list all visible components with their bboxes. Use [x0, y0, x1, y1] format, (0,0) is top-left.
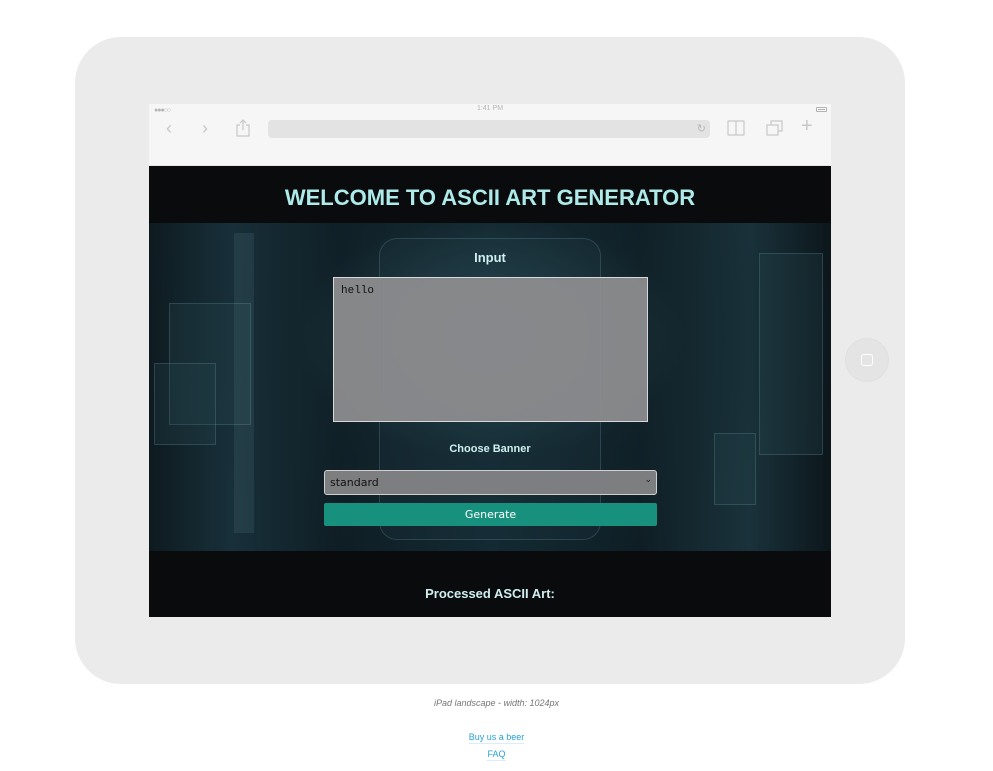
browser-chrome: ●●●○○ 1:41 PM ‹ › ↻ + [149, 104, 831, 166]
buy-beer-link[interactable]: Buy us a beer [0, 732, 993, 744]
chevron-right-icon[interactable]: › [202, 118, 208, 138]
address-bar[interactable]: ↻ [268, 120, 710, 138]
plus-icon[interactable]: + [801, 116, 813, 136]
chevron-down-icon: ⌄ [644, 475, 652, 485]
status-time: 1:41 PM [476, 105, 504, 112]
chevron-left-icon[interactable]: ‹ [166, 118, 172, 138]
book-icon[interactable] [727, 120, 745, 140]
bg-decor [234, 233, 254, 533]
output-label: Processed ASCII Art: [425, 586, 555, 601]
device-caption: iPad landscape - width: 1024px [433, 698, 560, 708]
input-textarea[interactable]: hello [333, 277, 648, 422]
reload-icon[interactable]: ↻ [697, 122, 706, 135]
bg-decor [759, 253, 823, 455]
share-icon[interactable] [235, 119, 251, 141]
banner-select-value: standard [330, 476, 379, 489]
generate-button[interactable]: Generate [324, 503, 657, 526]
battery-icon [816, 107, 827, 112]
device-screen: ●●●○○ 1:41 PM ‹ › ↻ + WELCOME TO ASCII A… [149, 104, 831, 617]
page-title: WELCOME TO ASCII ART GENERATOR [284, 185, 696, 210]
input-label: Input [474, 250, 506, 265]
home-button[interactable] [845, 338, 889, 382]
page-header: WELCOME TO ASCII ART GENERATOR [149, 166, 831, 223]
buy-beer-link-text: Buy us a beer [468, 732, 525, 744]
faq-link-text: FAQ [487, 749, 506, 761]
bg-decor [154, 363, 216, 445]
banner-select[interactable]: standard ⌄ [324, 470, 657, 495]
faq-link[interactable]: FAQ [0, 749, 993, 761]
home-square-icon [861, 354, 873, 366]
banner-label: Choose Banner [449, 443, 531, 455]
tabs-icon[interactable] [766, 120, 784, 140]
